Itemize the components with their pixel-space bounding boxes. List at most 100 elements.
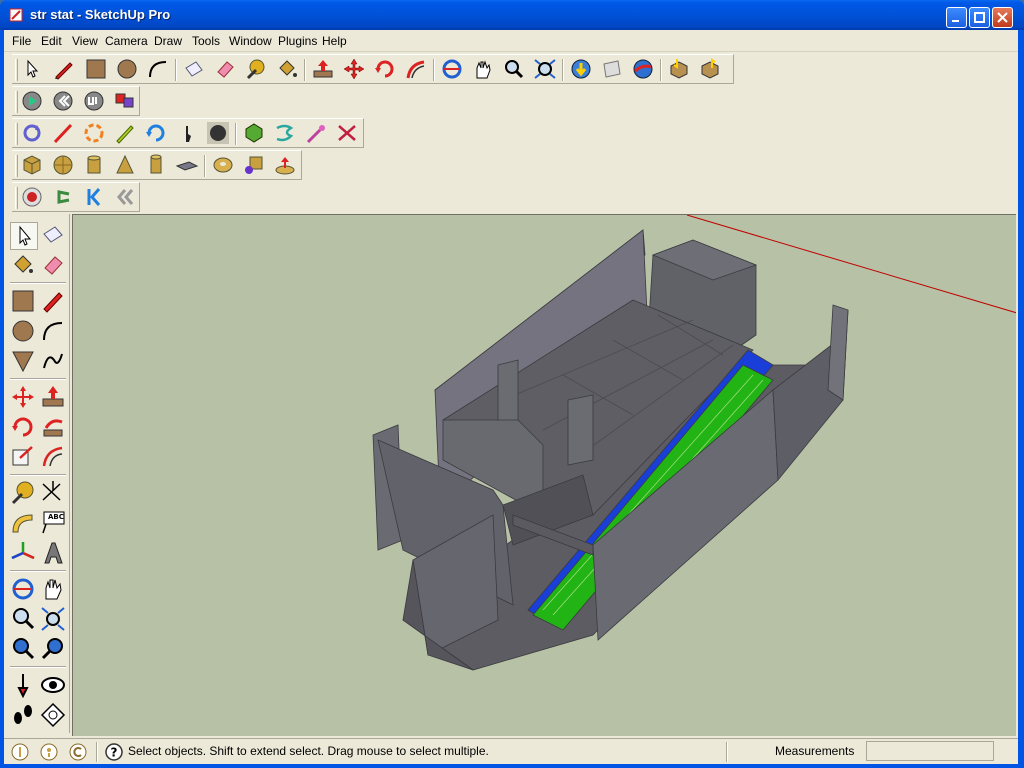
google-earth-button[interactable] xyxy=(631,58,657,82)
move-tool-button[interactable] xyxy=(342,58,368,82)
circle-tool-button[interactable] xyxy=(115,58,141,82)
push-pull-button[interactable] xyxy=(311,58,337,82)
record-button[interactable] xyxy=(20,186,46,210)
left-freehand-button[interactable] xyxy=(40,348,68,376)
menu-plugins[interactable]: Plugins xyxy=(278,34,317,48)
shapes-button[interactable] xyxy=(242,154,268,178)
toolbar-grip[interactable] xyxy=(15,123,18,145)
left-axes-button[interactable] xyxy=(10,540,38,568)
rotate-arrows-button[interactable] xyxy=(20,122,46,146)
ui-button[interactable] xyxy=(82,90,108,114)
make-component-button[interactable] xyxy=(182,58,208,82)
tube-button[interactable] xyxy=(144,154,170,178)
pencil-tool-button[interactable] xyxy=(52,58,78,82)
component-plugin-button[interactable] xyxy=(113,90,139,114)
title-bar[interactable]: str stat - SketchUp Pro xyxy=(0,0,1024,30)
left-look-around-button[interactable] xyxy=(40,672,68,700)
menu-draw[interactable]: Draw xyxy=(154,34,182,48)
minimize-button[interactable] xyxy=(946,7,967,28)
left-eraser-button[interactable] xyxy=(40,252,68,280)
close-x-button[interactable] xyxy=(335,122,361,146)
share-component-button[interactable] xyxy=(698,58,724,82)
left-zoom-window-button[interactable] xyxy=(40,606,68,634)
left-move-button[interactable] xyxy=(10,384,38,412)
donut-button[interactable] xyxy=(211,154,237,178)
orbit-button[interactable] xyxy=(440,58,466,82)
menu-file[interactable]: File xyxy=(12,34,31,48)
toolbar-grip[interactable] xyxy=(15,155,18,177)
left-rotate-button[interactable] xyxy=(10,414,38,442)
wand-button[interactable] xyxy=(304,122,330,146)
first-button[interactable] xyxy=(82,186,108,210)
license-status[interactable] xyxy=(68,742,88,762)
dark-circle-button[interactable] xyxy=(206,122,232,146)
dashed-circle-button[interactable] xyxy=(82,122,108,146)
left-position-camera-button[interactable] xyxy=(10,672,38,700)
menu-camera[interactable]: Camera xyxy=(105,34,148,48)
left-tape-measure-button[interactable] xyxy=(10,480,38,508)
left-walk-button[interactable] xyxy=(10,702,38,730)
model-viewport[interactable] xyxy=(72,214,1016,736)
box-button[interactable] xyxy=(20,154,46,178)
left-push-pull-button[interactable] xyxy=(40,384,68,412)
sketchup-app-icon[interactable] xyxy=(9,8,23,22)
arc-tool-button[interactable] xyxy=(146,58,172,82)
credits-status[interactable] xyxy=(39,742,59,762)
share-model-button[interactable] xyxy=(600,58,626,82)
left-paint-button[interactable] xyxy=(10,252,38,280)
left-previous-button[interactable] xyxy=(10,636,38,664)
left-scale-button[interactable] xyxy=(10,444,38,472)
left-text-button[interactable]: ABC xyxy=(40,510,68,538)
toolbar-grip[interactable] xyxy=(15,59,18,81)
measurements-field[interactable] xyxy=(866,741,994,761)
left-dimension-button[interactable] xyxy=(40,480,68,508)
left-rectangle-button[interactable] xyxy=(10,288,38,316)
left-pan-button[interactable] xyxy=(40,576,68,604)
pan-button[interactable] xyxy=(471,58,497,82)
hand-button[interactable] xyxy=(175,122,201,146)
left-next-button[interactable] xyxy=(40,636,68,664)
upload-button[interactable] xyxy=(273,154,299,178)
maximize-button[interactable] xyxy=(969,7,990,28)
paint-bucket-button[interactable] xyxy=(275,58,301,82)
leaf-button[interactable] xyxy=(242,122,268,146)
get-component-button[interactable] xyxy=(667,58,693,82)
left-offset-button[interactable] xyxy=(40,444,68,472)
structure-model[interactable] xyxy=(372,229,849,671)
menu-tools[interactable]: Tools xyxy=(192,34,220,48)
rectangle-tool-button[interactable] xyxy=(84,58,110,82)
left-component-button[interactable] xyxy=(40,222,68,250)
left-follow-me-button[interactable] xyxy=(40,414,68,442)
left-zoom-button[interactable] xyxy=(10,606,38,634)
refresh-button[interactable] xyxy=(144,122,170,146)
cylinder-button[interactable] xyxy=(82,154,108,178)
left-pencil-button[interactable] xyxy=(40,288,68,316)
left-select-button[interactable] xyxy=(10,222,38,250)
help-button[interactable]: ? xyxy=(104,742,124,762)
toolbar-grip[interactable] xyxy=(15,91,18,113)
model-canvas[interactable] xyxy=(73,215,1016,736)
back-button[interactable] xyxy=(113,186,139,210)
line-button[interactable] xyxy=(51,122,77,146)
rotate-tool-button[interactable] xyxy=(373,58,399,82)
eraser-tool-button[interactable] xyxy=(213,58,239,82)
sphere-button[interactable] xyxy=(51,154,77,178)
play-button[interactable] xyxy=(20,90,46,114)
follow-me-button[interactable] xyxy=(404,58,430,82)
left-arc-button[interactable] xyxy=(40,318,68,346)
wave-button[interactable] xyxy=(273,122,299,146)
select-tool-button[interactable] xyxy=(20,58,46,82)
zoom-button[interactable] xyxy=(502,58,528,82)
rewind-button[interactable] xyxy=(51,90,77,114)
menu-view[interactable]: View xyxy=(72,34,98,48)
undo-arrow-button[interactable] xyxy=(51,186,77,210)
menu-window[interactable]: Window xyxy=(229,34,272,48)
geo-location-status[interactable] xyxy=(10,742,30,762)
left-circle-button[interactable] xyxy=(10,318,38,346)
menu-edit[interactable]: Edit xyxy=(41,34,62,48)
tape-measure-button[interactable] xyxy=(244,58,270,82)
get-models-button[interactable] xyxy=(569,58,595,82)
left-3d-text-button[interactable] xyxy=(40,540,68,568)
pencil-green-button[interactable] xyxy=(113,122,139,146)
left-orbit-button[interactable] xyxy=(10,576,38,604)
